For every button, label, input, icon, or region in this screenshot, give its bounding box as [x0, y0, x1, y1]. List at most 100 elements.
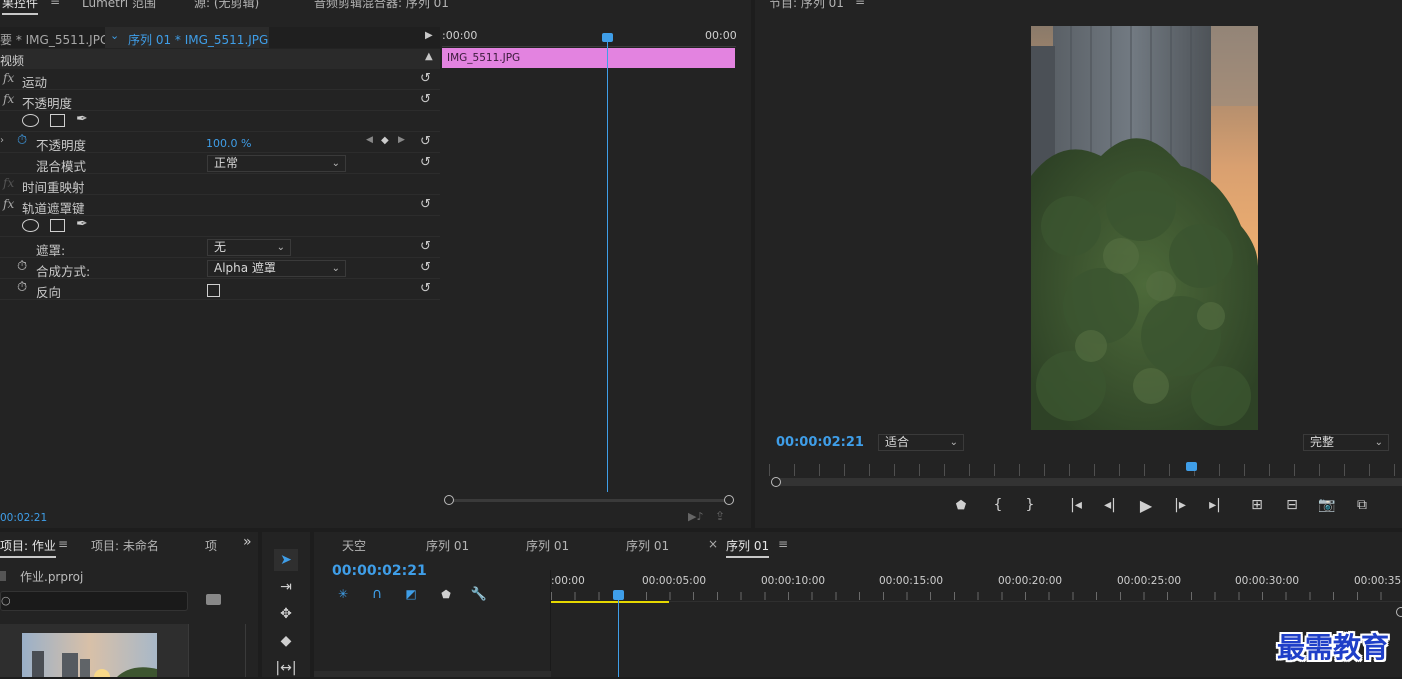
project-scrollbar[interactable] — [245, 624, 246, 677]
tab-timeline-seq1[interactable]: 序列 01 — [426, 537, 469, 554]
reset-icon[interactable]: ↺ — [420, 197, 431, 212]
camera-icon[interactable]: 📷 — [1317, 497, 1337, 513]
play-icon[interactable]: ▶ — [1136, 496, 1156, 515]
close-tab-icon[interactable]: × — [708, 537, 718, 551]
reset-icon[interactable]: ↺ — [420, 155, 431, 170]
effect-row-time-remap[interactable]: fx 时间重映射 — [0, 174, 440, 195]
reset-icon[interactable]: ↺ — [420, 92, 431, 107]
opacity-value[interactable]: 100.0 % — [206, 137, 251, 150]
panel-menu-icon[interactable]: ≡ — [855, 0, 865, 8]
panel-menu-icon[interactable]: ≡ — [58, 537, 68, 551]
new-bin-icon[interactable] — [206, 594, 221, 605]
extract-icon[interactable]: ⊟ — [1281, 497, 1303, 513]
step-back-icon[interactable]: ◂| — [1100, 497, 1120, 513]
compare-icon[interactable]: ⧉ — [1352, 497, 1372, 513]
effect-row-opacity-property[interactable]: › ⏱ 不透明度 100.0 % ◀ ◆ ▶ ↺ — [0, 132, 440, 153]
pen-mask-icon[interactable]: ✒ — [76, 216, 88, 232]
track-select-tool-icon[interactable]: ⇥ — [274, 576, 298, 598]
effect-row-track-matte[interactable]: fx 轨道遮罩键 ↺ — [0, 195, 440, 216]
tab-lumetri-scopes[interactable]: Lumetri 范围 — [82, 0, 156, 11]
work-area-bar[interactable] — [551, 601, 669, 603]
source-clip-label[interactable]: 要 * IMG_5511.JPG — [0, 31, 109, 48]
sequence-clip-selector[interactable]: ⌄ 序列 01 * IMG_5511.JPG — [105, 27, 269, 48]
wrench-icon[interactable]: 🔧 — [470, 587, 488, 602]
program-timecode[interactable]: 00:00:02:21 — [776, 435, 864, 450]
blend-mode-dropdown[interactable]: 正常 ⌄ — [207, 155, 346, 172]
go-to-out-icon[interactable]: ▸| — [1205, 497, 1225, 513]
tab-timeline-active[interactable]: 序列 01 — [726, 537, 770, 558]
rectangle-mask-icon[interactable] — [50, 114, 65, 127]
ellipse-mask-icon[interactable] — [22, 114, 39, 127]
prev-keyframe-icon[interactable]: ◀ — [366, 135, 373, 145]
reset-icon[interactable]: ↺ — [420, 71, 431, 86]
collapse-up-icon[interactable]: ▲ — [425, 51, 433, 62]
expand-icon[interactable]: › — [0, 135, 4, 146]
linked-selection-icon[interactable]: ◩ — [402, 587, 420, 601]
program-ruler[interactable] — [769, 464, 1402, 476]
timeline-playhead-handle[interactable] — [613, 590, 624, 600]
quality-dropdown[interactable]: 完整 ⌄ — [1303, 434, 1389, 451]
add-marker-icon[interactable]: ⬟ — [437, 588, 455, 601]
ec-zoom-scrollbar[interactable] — [447, 499, 731, 502]
selection-tool-icon[interactable]: ➤ — [274, 549, 298, 571]
add-keyframe-icon[interactable]: ◆ — [381, 135, 389, 146]
vertical-scroll-handle[interactable] — [1396, 607, 1402, 617]
ripple-edit-tool-icon[interactable]: ✥ — [274, 603, 298, 625]
scroll-handle-right[interactable] — [724, 495, 734, 505]
play-audio-icon[interactable]: ▶♪ — [688, 510, 703, 523]
scroll-handle-left[interactable] — [771, 477, 781, 487]
ec-timecode[interactable]: 00:02:21 — [0, 512, 47, 524]
project-clip-thumbnail[interactable] — [22, 633, 157, 677]
composite-dropdown[interactable]: Alpha 遮罩 ⌄ — [207, 260, 346, 277]
project-search-input[interactable]: ○ — [0, 591, 188, 611]
tab-program[interactable]: 节目: 序列 01 — [769, 0, 844, 11]
reset-icon[interactable]: ↺ — [420, 260, 431, 275]
go-to-in-icon[interactable]: |◂ — [1066, 497, 1086, 513]
program-playhead-handle[interactable] — [1186, 462, 1197, 471]
pen-mask-icon[interactable]: ✒ — [76, 111, 88, 127]
fx-icon[interactable]: fx — [3, 197, 14, 211]
tab-effect-controls[interactable]: 果控件 — [2, 0, 39, 15]
reset-icon[interactable]: ↺ — [420, 134, 431, 149]
mark-in-icon[interactable]: { — [990, 497, 1006, 513]
mark-out-icon[interactable]: } — [1022, 497, 1038, 513]
program-scrollbar[interactable] — [776, 478, 1402, 486]
panel-menu-icon[interactable]: ≡ — [778, 537, 788, 551]
tab-project-homework[interactable]: 项目: 作业 — [0, 537, 56, 558]
fx-icon[interactable]: fx — [3, 92, 14, 106]
effect-row-opacity[interactable]: fx 不透明度 ↺ — [0, 90, 440, 111]
stopwatch-icon[interactable]: ⏱ — [17, 133, 27, 148]
tab-project-more[interactable]: 项 — [205, 537, 217, 554]
ec-time-ruler[interactable] — [442, 27, 736, 47]
ellipse-mask-icon[interactable] — [22, 219, 39, 232]
lift-icon[interactable]: ⊞ — [1246, 497, 1268, 513]
reset-icon[interactable]: ↺ — [420, 281, 431, 296]
more-panels-icon[interactable]: » — [243, 534, 252, 550]
export-icon[interactable]: ⇪ — [715, 509, 725, 523]
tab-timeline-seq3[interactable]: 序列 01 — [626, 537, 669, 554]
panel-menu-icon[interactable]: ≡ — [50, 0, 60, 8]
tab-project-untitled[interactable]: 项目: 未命名 — [91, 537, 159, 554]
reset-icon[interactable]: ↺ — [420, 239, 431, 254]
tab-source[interactable]: 源: (无剪辑) — [194, 0, 259, 11]
fit-dropdown[interactable]: 适合 ⌄ — [878, 434, 964, 451]
snap-icon[interactable]: ∩ — [368, 586, 386, 602]
timeline-timecode[interactable]: 00:00:02:21 — [332, 563, 427, 579]
expand-timeline-icon[interactable]: ▶ — [425, 30, 433, 41]
step-forward-icon[interactable]: |▸ — [1170, 497, 1190, 513]
stopwatch-icon[interactable]: ⏱ — [17, 259, 27, 274]
rectangle-mask-icon[interactable] — [50, 219, 65, 232]
razor-tool-icon[interactable]: ◆ — [274, 630, 298, 652]
nest-icon[interactable]: ✳ — [334, 587, 352, 601]
tab-timeline-sky[interactable]: 天空 — [342, 537, 366, 554]
tab-audio-clip-mixer[interactable]: 音频剪辑混合器: 序列 01 — [314, 0, 449, 11]
stopwatch-icon[interactable]: ⏱ — [17, 280, 27, 295]
matte-dropdown[interactable]: 无 ⌄ — [207, 239, 291, 256]
ec-playhead-handle[interactable] — [602, 33, 613, 42]
tab-timeline-seq2[interactable]: 序列 01 — [526, 537, 569, 554]
reverse-checkbox[interactable] — [207, 284, 220, 297]
slip-tool-icon[interactable]: |↔| — [274, 657, 298, 679]
timeline-bottom-scrollbar[interactable] — [314, 671, 551, 677]
fx-icon[interactable]: fx — [3, 71, 14, 85]
effect-row-motion[interactable]: fx 运动 ↺ — [0, 69, 440, 90]
